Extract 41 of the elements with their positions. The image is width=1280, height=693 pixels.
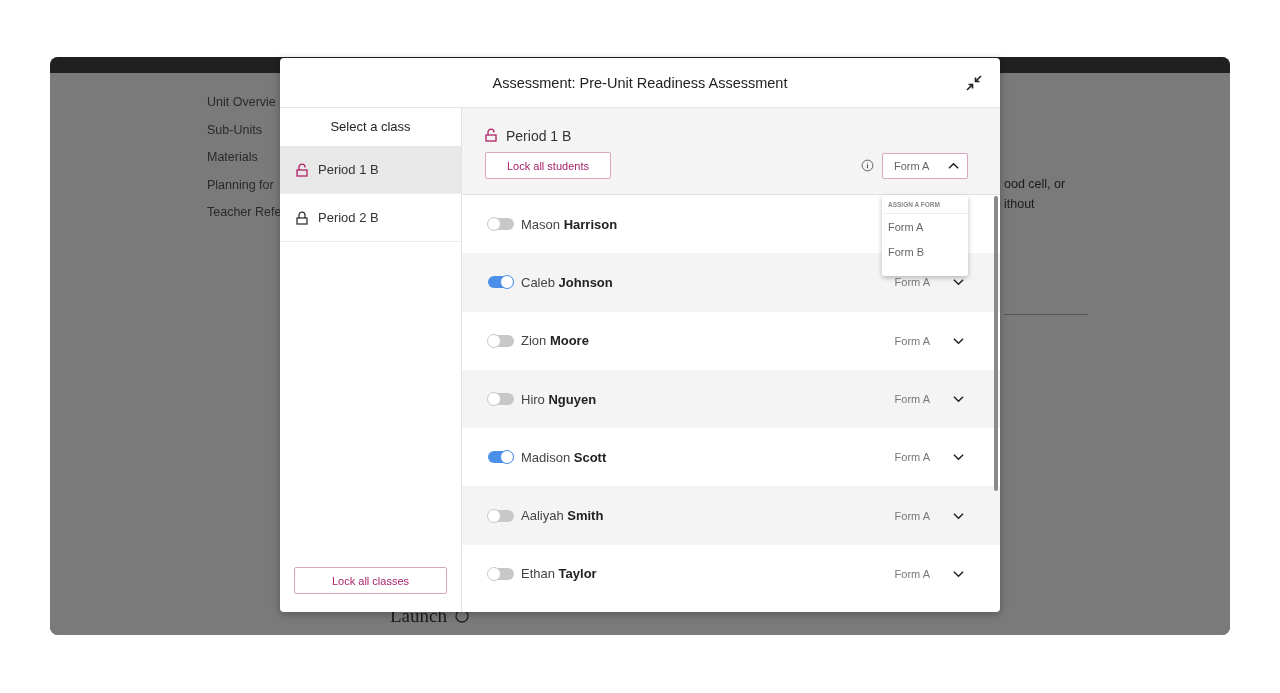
- chevron-down-icon[interactable]: [953, 511, 964, 520]
- menu-option[interactable]: Form B: [882, 239, 968, 264]
- panel-heading: Select a class: [329, 118, 412, 136]
- body-text: ood cell, or: [1004, 176, 1067, 193]
- chevron-down-icon[interactable]: [953, 569, 964, 578]
- chevron-down-icon[interactable]: [953, 278, 964, 287]
- body-text: ithout: [1004, 196, 1036, 213]
- scrollbar[interactable]: [994, 196, 998, 491]
- student-name: Zion Moore: [521, 333, 589, 349]
- student-name: Caleb Johnson: [521, 274, 613, 290]
- chevron-down-icon[interactable]: [953, 336, 964, 345]
- toggle-switch[interactable]: [488, 451, 514, 464]
- lock-all-students-button[interactable]: Lock all students: [485, 152, 611, 179]
- chevron-down-icon[interactable]: [953, 395, 964, 404]
- class-item[interactable]: Period 2 B: [280, 194, 461, 242]
- toggle-switch[interactable]: [488, 393, 514, 406]
- toggle-switch[interactable]: [488, 567, 514, 580]
- class-item[interactable]: Period 1 B: [280, 146, 461, 194]
- student-name: Hiro Nguyen: [521, 391, 597, 407]
- toggle-switch[interactable]: [488, 509, 514, 522]
- collapse-icon[interactable]: [966, 75, 982, 91]
- student-name: Aaliyah Smith: [521, 508, 604, 524]
- class-title: Period 1 B: [506, 128, 572, 144]
- assigned-form: Form A: [894, 509, 930, 522]
- chevron-down-icon[interactable]: [953, 453, 964, 462]
- toggle-switch[interactable]: [488, 276, 514, 289]
- menu-option[interactable]: Form A: [882, 214, 968, 239]
- assigned-form: Form A: [894, 276, 930, 289]
- dialog-title: Assessment: Pre-Unit Readiness Assessment: [492, 74, 788, 91]
- student-name: Ethan Taylor: [521, 566, 597, 582]
- assigned-form: Form A: [894, 567, 930, 580]
- toggle-switch[interactable]: [488, 334, 514, 347]
- student-name: Madison Scott: [521, 449, 607, 465]
- student-name: Mason Harrison: [521, 216, 618, 232]
- assigned-form: Form A: [894, 334, 930, 347]
- lock-all-classes-button[interactable]: Lock all classes: [294, 567, 447, 594]
- assigned-form: Form A: [894, 451, 930, 464]
- assigned-form: Form A: [894, 393, 930, 406]
- form-select[interactable]: Form A: [882, 152, 968, 179]
- chevron-up-icon[interactable]: [948, 161, 959, 170]
- toggle-switch[interactable]: [488, 218, 514, 231]
